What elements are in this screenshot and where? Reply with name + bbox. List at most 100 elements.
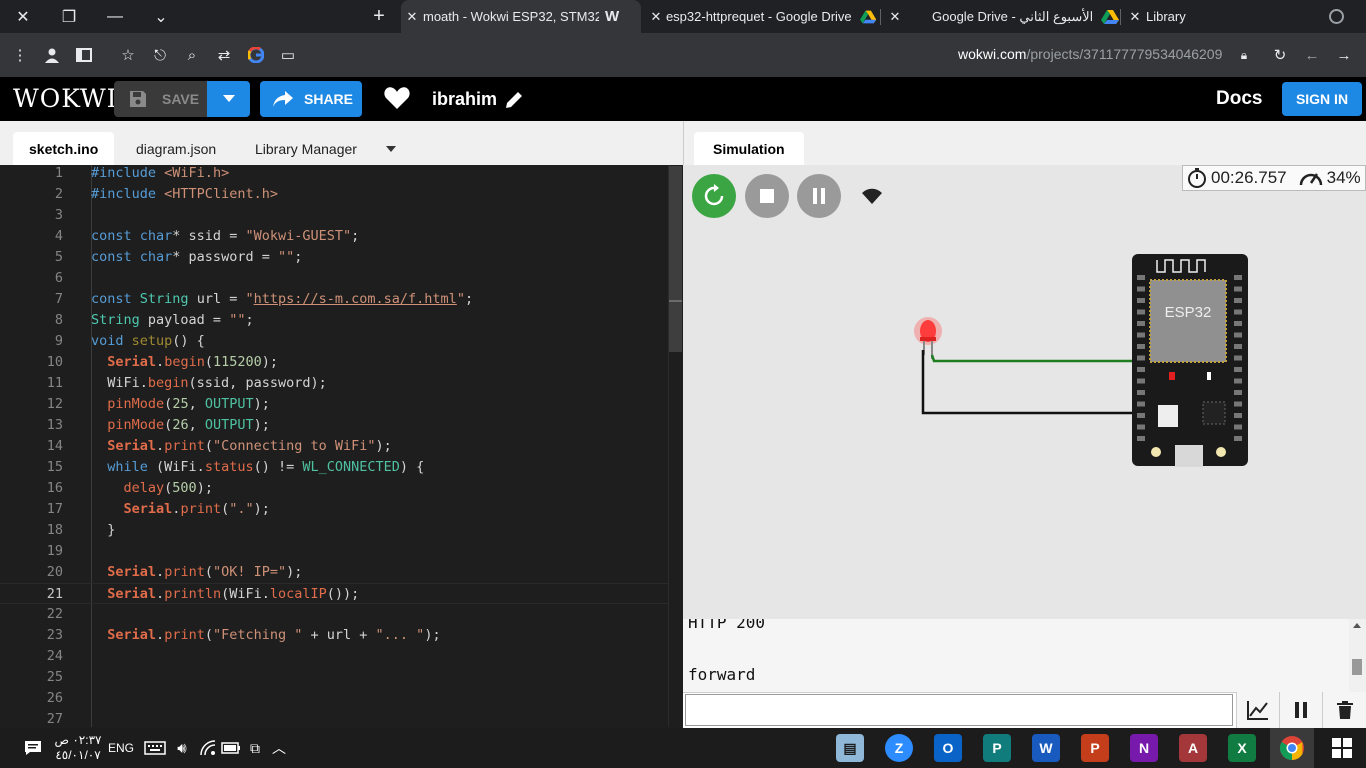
share-button[interactable]: SHARE	[260, 81, 362, 117]
clipboard-icon[interactable]: ▭	[272, 39, 304, 71]
code-line[interactable]: 20 Serial.print("OK! IP=");	[0, 562, 683, 583]
pause-serial-button[interactable]	[1279, 692, 1322, 728]
code-line[interactable]: 23 Serial.print("Fetching " + url + "...…	[0, 625, 683, 646]
input-language[interactable]: ENG	[106, 728, 136, 768]
onenote-app-icon[interactable]: N	[1130, 734, 1158, 762]
esp32-pin[interactable]	[1137, 378, 1145, 384]
close-tab-icon[interactable]: ✕	[401, 9, 423, 25]
save-button[interactable]: SAVE	[114, 81, 208, 117]
code-line[interactable]: 13 pinMode(26, OUTPUT);	[0, 415, 683, 436]
browser-tab-wokwi[interactable]: ✕ moath - Wokwi ESP32, STM32, Ar W	[401, 0, 641, 33]
esp32-pin[interactable]	[1234, 390, 1242, 395]
close-window-icon[interactable]: ✕	[0, 0, 46, 33]
black-wire[interactable]	[921, 350, 1138, 415]
code-line[interactable]: 10 Serial.begin(115200);	[0, 352, 683, 373]
tab-simulation[interactable]: Simulation	[694, 132, 804, 165]
close-tab-icon[interactable]: ✕	[884, 9, 906, 25]
close-tab-icon[interactable]: ✕	[646, 9, 666, 25]
browser-tab-drive-2[interactable]: ✕ Google Drive - الأسبوع الثاني	[884, 0, 1122, 33]
esp32-pin[interactable]	[1137, 413, 1145, 418]
sidebar-icon[interactable]	[68, 39, 100, 71]
code-line[interactable]: 18 }	[0, 520, 683, 541]
code-line[interactable]: 25	[0, 667, 683, 688]
esp32-pin[interactable]	[1234, 436, 1242, 441]
esp32-pin[interactable]	[1137, 436, 1145, 441]
save-options-button[interactable]	[207, 81, 250, 117]
edit-pencil-icon[interactable]	[504, 90, 524, 110]
zoom-icon[interactable]: ⌕	[176, 39, 208, 71]
code-line[interactable]: 12 pinMode(25, OUTPUT);	[0, 394, 683, 415]
forward-icon[interactable]: →	[1328, 39, 1360, 71]
chrome-app-icon[interactable]	[1278, 734, 1306, 762]
red-led[interactable]	[914, 317, 942, 359]
show-hidden-icons-chevron-icon[interactable]: ︿	[268, 728, 290, 768]
clock[interactable]: ٠٢:٣٧ ص ٤٥/٠١/٠٧	[52, 728, 104, 768]
esp32-pin[interactable]	[1234, 321, 1242, 326]
tab-sketch-ino[interactable]: sketch.ino	[13, 132, 115, 165]
browser-tab-drive-1[interactable]: ✕ esp32-httprequet - Google Drive	[646, 0, 876, 33]
code-line[interactable]: 1 #include <WiFi.h>	[0, 165, 683, 184]
esp32-pin[interactable]	[1137, 332, 1145, 338]
file-explorer-app-icon[interactable]: ▤	[836, 734, 864, 762]
keyboard-icon[interactable]	[142, 728, 168, 768]
code-line[interactable]: 22	[0, 604, 683, 625]
code-line[interactable]: 21 Serial.println(WiFi.localIP());	[0, 583, 683, 604]
green-wire[interactable]	[930, 354, 1138, 363]
esp32-pin[interactable]	[1137, 401, 1145, 407]
zoom-app-icon[interactable]: Z	[885, 734, 913, 762]
esp32-pin[interactable]	[1234, 286, 1242, 292]
outlook-app-icon[interactable]: O	[934, 734, 962, 762]
code-line[interactable]: 9 void setup() {	[0, 331, 683, 352]
esp32-pin[interactable]	[1137, 424, 1145, 430]
translate-icon[interactable]: ⇄	[208, 39, 240, 71]
excel-app-icon[interactable]: X	[1228, 734, 1256, 762]
restore-window-icon[interactable]: ❐	[46, 0, 92, 33]
code-line[interactable]: 5 const char* password = "";	[0, 247, 683, 268]
browser-tab-library[interactable]: ✕ Library	[1124, 0, 1274, 33]
network-icon[interactable]	[196, 728, 220, 768]
code-line[interactable]: 4 const char* ssid = "Wokwi-GUEST";	[0, 226, 683, 247]
code-line[interactable]: 6	[0, 268, 683, 289]
esp32-pin[interactable]	[1137, 344, 1145, 349]
esp32-pin[interactable]	[1137, 321, 1145, 326]
tab-library-manager[interactable]: Library Manager	[239, 132, 373, 165]
esp32-pin[interactable]	[1234, 424, 1242, 430]
more-tabs-caret-icon[interactable]	[386, 146, 396, 152]
start-menu-icon[interactable]	[1328, 734, 1356, 762]
esp32-board[interactable]: ESP32	[1132, 254, 1248, 467]
esp32-pin[interactable]	[1234, 355, 1242, 361]
powerpoint-app-icon[interactable]: P	[1081, 734, 1109, 762]
serial-scroll-thumb[interactable]	[1352, 659, 1362, 675]
code-editor[interactable]: 1 #include <WiFi.h> 2 #include <HTTPClient.…	[0, 165, 683, 727]
esp32-pin[interactable]	[1234, 401, 1242, 407]
code-line[interactable]: 7 const String url = "https://s-m.com.sa/…	[0, 289, 683, 310]
bookmark-star-icon[interactable]: ☆	[112, 39, 144, 71]
code-line[interactable]: 14 Serial.print("Connecting to WiFi");	[0, 436, 683, 457]
esp32-pin[interactable]	[1234, 275, 1242, 280]
serial-monitor-output[interactable]: HTTP 200 forward	[683, 619, 1366, 692]
clear-serial-button[interactable]	[1322, 692, 1366, 728]
code-line[interactable]: 17 Serial.print(".");	[0, 499, 683, 520]
code-line[interactable]: 16 delay(500);	[0, 478, 683, 499]
meet-now-icon[interactable]: ⧉	[244, 728, 266, 768]
back-icon[interactable]: ←	[1296, 39, 1328, 71]
esp32-pin[interactable]	[1234, 298, 1242, 303]
docs-link[interactable]: Docs	[1216, 88, 1262, 110]
esp32-pin[interactable]	[1234, 309, 1242, 315]
word-app-icon[interactable]: W	[1032, 734, 1060, 762]
tab-search-chevron-icon[interactable]: ⌄	[138, 0, 184, 33]
serial-scrollbar[interactable]	[1349, 619, 1366, 692]
heart-icon[interactable]	[384, 86, 410, 110]
notifications-icon[interactable]	[20, 728, 46, 768]
profile-icon[interactable]	[1329, 9, 1344, 24]
code-line[interactable]: 8 String payload = "";	[0, 310, 683, 331]
esp32-pin[interactable]	[1137, 355, 1145, 361]
editor-scrollbar-thumb[interactable]	[669, 166, 682, 352]
esp32-pin[interactable]	[1234, 413, 1242, 418]
esp32-pin[interactable]	[1137, 390, 1145, 395]
esp32-pin[interactable]	[1137, 275, 1145, 280]
code-line[interactable]: 24	[0, 646, 683, 667]
new-tab-button[interactable]: +	[366, 0, 392, 33]
esp32-pin[interactable]	[1137, 286, 1145, 292]
close-tab-icon[interactable]: ✕	[1124, 9, 1146, 25]
